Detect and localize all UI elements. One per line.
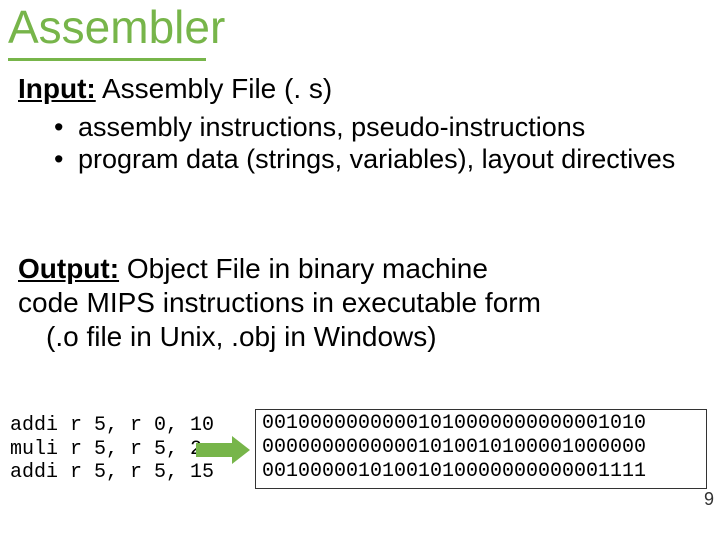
bullet-dot-icon: • [54,112,78,144]
bullet-text-1: assembly instructions, pseudo-instructio… [78,112,700,144]
input-label: Input: [18,73,96,104]
bin-line-3: 00100000101001010000000000001111 [262,460,646,483]
arrow-icon [196,436,250,464]
arrow-shaft [196,443,232,457]
bin-line-2: 00000000000001010010100001000000 [262,436,646,459]
bullet-dot-icon: • [54,144,78,176]
output-line-3: (.o file in Unix, .obj in Windows) [18,320,700,354]
title-underline [8,58,206,61]
output-block: Output: Object File in binary machine co… [18,252,700,354]
binary-output-box: 00100000000001010000000000001010 0000000… [255,409,707,489]
page-number: 9 [704,489,714,510]
output-label: Output: [18,253,119,284]
slide-title: Assembler [8,0,225,54]
bullet-row: • program data (strings, variables), lay… [54,144,700,176]
output-line-1: Output: Object File in binary machine [18,252,700,286]
assembly-code: addi r 5, r 0, 10 muli r 5, r 5, 2 addi … [10,414,214,485]
slide: Assembler Input: Assembly File (. s) • a… [0,0,720,540]
bullet-row: • assembly instructions, pseudo-instruct… [54,112,700,144]
output-line-2: code MIPS instructions in executable for… [18,286,700,320]
bullet-text-2: program data (strings, variables), layou… [78,144,700,176]
arrow-head [232,436,250,464]
output-line-1-rest: Object File in binary machine [119,253,488,284]
asm-line-2: muli r 5, r 5, 2 [10,438,202,461]
asm-line-3: addi r 5, r 5, 15 [10,461,214,484]
input-text: Assembly File (. s) [96,73,332,104]
input-bullets: • assembly instructions, pseudo-instruct… [54,112,700,176]
input-heading: Input: Assembly File (. s) [18,74,332,105]
asm-line-1: addi r 5, r 0, 10 [10,414,214,437]
bin-line-1: 00100000000001010000000000001010 [262,412,646,435]
